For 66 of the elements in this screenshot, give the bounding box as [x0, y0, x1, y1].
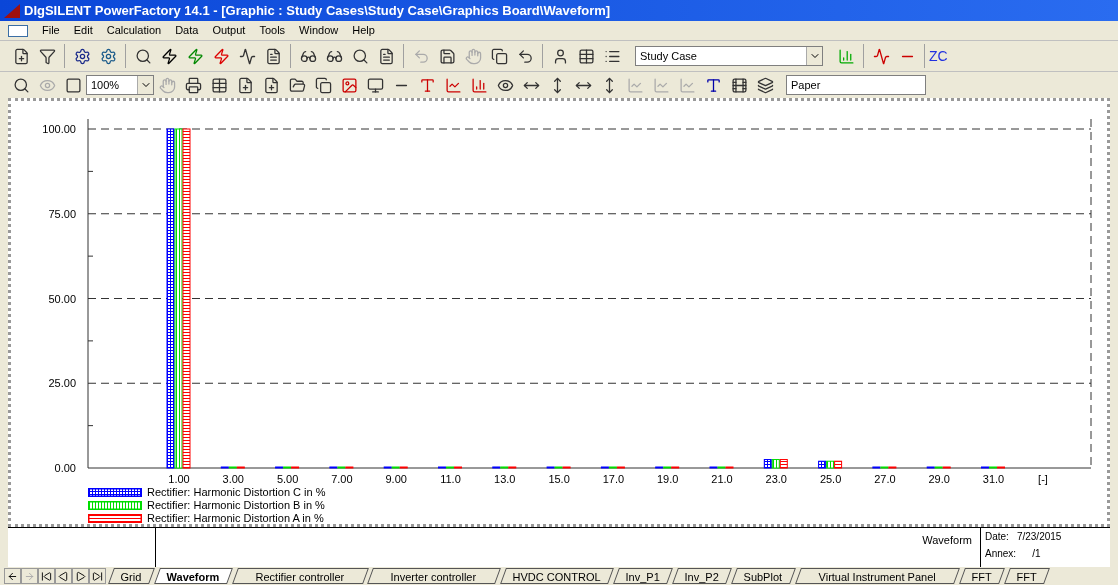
- bar: [826, 460, 835, 469]
- previous-page-icon[interactable]: [55, 568, 72, 584]
- zoom-dropdown[interactable]: 100%: [86, 75, 154, 95]
- menu-item[interactable]: Data: [175, 22, 199, 39]
- bar: [818, 460, 827, 469]
- x-tick-label: 1.00: [168, 473, 190, 485]
- annex-value: /1: [1032, 547, 1041, 561]
- date-label: Date:: [985, 530, 1009, 544]
- document-icon: [8, 24, 28, 37]
- x-tick-label: 9.00: [385, 473, 407, 485]
- first-page-icon[interactable]: [38, 568, 55, 584]
- bar: [779, 459, 788, 469]
- paper-field[interactable]: Paper: [786, 75, 926, 95]
- study-case-dropdown[interactable]: Study Case: [635, 46, 823, 66]
- x-tick-label: 31.0: [982, 473, 1005, 485]
- legend-label: Rectifier: Harmonic Distortion B in %: [147, 499, 325, 511]
- legend-label: Rectifier: Harmonic Distortion C in %: [147, 486, 326, 498]
- x-tick-label: 27.0: [874, 473, 896, 485]
- bar: [771, 459, 780, 469]
- y-tick-label: 75.00: [48, 207, 76, 220]
- x-tick-label: 13.0: [494, 473, 516, 485]
- x-tick-label: 17.0: [602, 473, 625, 485]
- diagram-name: Waveform: [922, 533, 972, 548]
- sheet-tab[interactable]: Inv_P1: [612, 568, 673, 584]
- date-value: 7/23/2015: [1016, 530, 1062, 544]
- x-tick-label: 3.00: [222, 473, 244, 485]
- annex-label: Annex:: [985, 547, 1017, 561]
- last-page-icon[interactable]: [89, 568, 106, 584]
- sheet-tab[interactable]: Grid: [108, 568, 155, 584]
- x-tick-label: 7.00: [331, 473, 353, 485]
- x-tick-label: 5.00: [276, 473, 299, 485]
- sheet-tab[interactable]: Rectifier controller: [231, 568, 369, 584]
- y-tick-label: 50.00: [48, 292, 76, 305]
- x-axis-label: [-]: [1038, 473, 1048, 485]
- sheet-tab[interactable]: HVDC CONTROL: [499, 568, 614, 584]
- app-logo-icon: [4, 3, 20, 18]
- y-tick-label: 0.00: [54, 462, 76, 474]
- sheet-tab[interactable]: Inv_P2: [672, 568, 733, 584]
- legend-label: Rectifier: Harmonic Distortion A in %: [147, 512, 324, 524]
- x-tick-label: 25.0: [819, 473, 842, 485]
- toolbar-label[interactable]: ZC: [929, 45, 948, 67]
- bar: [763, 459, 772, 469]
- next-page-icon[interactable]: [72, 568, 89, 584]
- sheet-tab[interactable]: Virtual Instrument Panel: [794, 568, 960, 584]
- menu-item[interactable]: File: [42, 22, 60, 39]
- x-tick-label: 23.0: [765, 473, 787, 485]
- sheet-tab[interactable]: FFT: [1004, 568, 1051, 584]
- sheet-tab[interactable]: Waveform: [153, 568, 233, 584]
- window-title: DIgSILENT PowerFactory 14.1 - [Graphic : Study Cases\Study Case\Graphics Board\Waveform]: [24, 1, 611, 20]
- x-tick-label: 29.0: [928, 473, 950, 485]
- bar: [834, 460, 843, 469]
- menu-item[interactable]: Help: [352, 22, 375, 39]
- menu-item[interactable]: Calculation: [106, 22, 162, 39]
- x-tick-label: 15.0: [548, 473, 570, 485]
- y-tick-label: 25.00: [48, 377, 76, 390]
- y-tick-label: 100.00: [42, 123, 76, 135]
- x-tick-label: 19.0: [657, 473, 679, 485]
- sheet-tab[interactable]: SubPlot: [731, 568, 796, 584]
- sheet-tab[interactable]: FFT: [959, 568, 1006, 584]
- menu-item[interactable]: Window: [299, 22, 339, 39]
- menu-item[interactable]: Output: [212, 22, 246, 39]
- menu-item[interactable]: Tools: [259, 22, 286, 39]
- menu-item[interactable]: Edit: [73, 22, 93, 39]
- x-tick-label: 21.0: [711, 473, 733, 485]
- sheet-tab[interactable]: Inverter controller: [367, 568, 501, 584]
- x-tick-label: 11.0: [440, 473, 461, 485]
